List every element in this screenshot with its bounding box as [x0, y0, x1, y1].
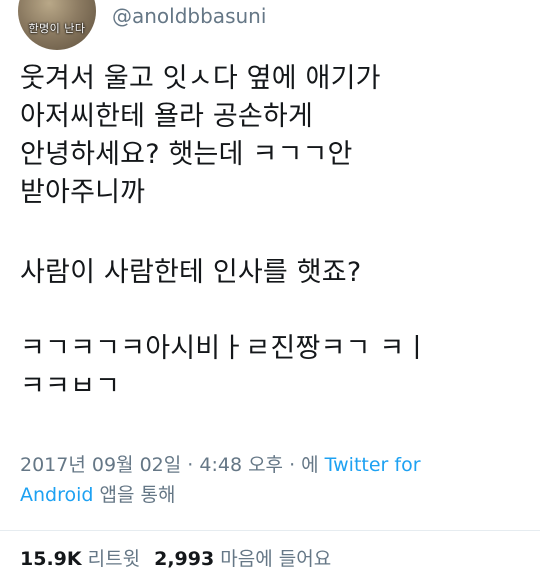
tweet-time: 4:48 오후 [199, 454, 284, 476]
tweet-line: 아저씨한테 욜라 공손하게 [20, 101, 314, 132]
tweet-line: 사람이 사람한테 인사를 햇죠? [20, 257, 362, 288]
tweet-line: 받아주니까 [20, 177, 146, 208]
likes-stat[interactable]: 2,993 마음에 들어요 [154, 548, 331, 570]
via-suffix: 앱을 통해 [93, 484, 176, 506]
tweet-meta: 2017년 09월 02일 · 4:48 오후 · 에 Twitter for … [20, 450, 520, 510]
avatar[interactable]: 한명이 난다 [18, 0, 96, 50]
likes-label: 마음에 들어요 [220, 548, 332, 570]
source-link-continued[interactable]: Android [20, 484, 93, 506]
retweets-label: 리트윗 [87, 548, 141, 570]
tweet-text: 웃겨서 울고 잇ㅅ다 옆에 애기가 아저씨한테 욜라 공손하게 안녕하세요? 햇… [20, 60, 530, 406]
source-link[interactable]: Twitter for [325, 454, 421, 476]
retweets-count: 15.9K [20, 548, 82, 570]
likes-count: 2,993 [154, 548, 215, 570]
tweet-line: 웃겨서 울고 잇ㅅ다 옆에 애기가 [20, 63, 381, 94]
divider [0, 530, 540, 531]
avatar-caption: 한명이 난다 [28, 22, 86, 35]
retweets-stat[interactable]: 15.9K 리트윗 [20, 548, 140, 570]
via-prefix: · 에 [283, 454, 325, 476]
tweet-line: ㅋㄱㅋㄱㅋ아시비ㅏㄹ진짱ㅋㄱ ㅋㅣ [20, 333, 430, 364]
author-handle[interactable]: @anoldbbasuni [112, 4, 266, 28]
meta-separator: · [181, 454, 200, 476]
tweet-line: 안녕하세요? 햇는데 ㅋㄱㄱ안 [20, 139, 353, 170]
tweet-line: ㅋㅋㅂㄱ [20, 371, 121, 402]
tweet-date: 2017년 09월 02일 [20, 454, 182, 476]
engagement-stats: 15.9K 리트윗 2,993 마음에 들어요 [20, 545, 331, 573]
